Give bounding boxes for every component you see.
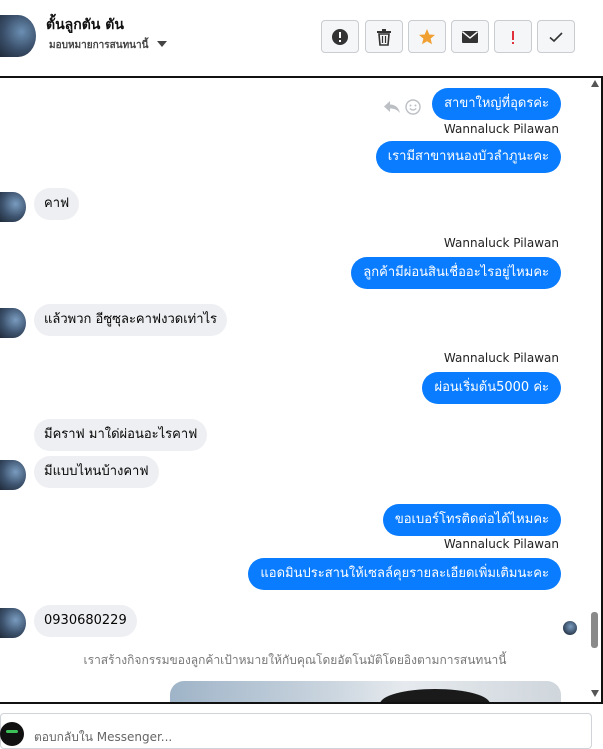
message-bubble-incoming[interactable]: แล้วพวก อีซูซุละคาฟงวดเท่าไร [34, 304, 228, 336]
contact-avatar-small[interactable] [0, 308, 26, 338]
sender-name: Wannaluck Pilawan [443, 122, 559, 136]
trash-icon [377, 28, 391, 46]
scroll-up-arrow-icon[interactable] [591, 80, 599, 87]
attachment-image-shape [380, 689, 490, 702]
sender-name: Wannaluck Pilawan [443, 537, 559, 551]
reply-input[interactable] [34, 729, 534, 745]
sender-name: Wannaluck Pilawan [443, 236, 559, 250]
message-bubble-incoming[interactable]: มีแบบไหนบ้างคาฟ [34, 456, 159, 488]
exclamation-icon [512, 30, 514, 44]
conversation-header: ตั้นลูกตัน ตัน มอบหมายการสนทนานี้ [0, 0, 603, 76]
reply-icon[interactable] [383, 99, 401, 115]
chevron-down-icon[interactable] [157, 41, 167, 47]
message-bubble-incoming[interactable]: 0930680229 [34, 605, 137, 637]
contact-avatar-small[interactable] [0, 192, 26, 222]
follow-up-button[interactable] [494, 20, 532, 53]
delete-button[interactable] [365, 20, 403, 53]
spam-button[interactable] [321, 20, 359, 53]
message-bubble-incoming[interactable]: คาฟ [34, 188, 80, 220]
assign-conversation-label[interactable]: มอบหมายการสนทนานี้ [49, 38, 148, 53]
message-bubble-outgoing[interactable]: ผ่อนเริ่มต้น5000 ค่ะ [422, 372, 561, 404]
automation-notice: เราสร้างกิจกรรมของลูกค้าเป้าหมายให้กับคุ… [83, 653, 507, 667]
done-button[interactable] [537, 20, 575, 53]
star-button[interactable] [408, 20, 446, 53]
scrollbar[interactable] [589, 78, 601, 702]
scroll-down-arrow-icon[interactable] [591, 690, 599, 697]
mark-unread-button[interactable] [451, 20, 489, 53]
message-bubble-incoming[interactable]: มีคราฟ มาใด่ผ่อนอะไรคาฟ [34, 419, 208, 451]
emoji-icon[interactable] [405, 99, 421, 115]
contact-name[interactable]: ตั้นลูกตัน ตัน [46, 14, 124, 36]
checkmark-icon [549, 31, 563, 42]
contact-avatar-small[interactable] [0, 608, 26, 638]
sender-name: Wannaluck Pilawan [443, 351, 559, 365]
message-bubble-outgoing[interactable]: สาขาใหญ่ที่อุดรค่ะ [432, 88, 561, 120]
contact-avatar-small[interactable] [0, 460, 26, 490]
message-bubble-outgoing[interactable]: เรามีสาขาหนองบัวลำภูนะคะ [375, 141, 561, 173]
envelope-icon [462, 30, 478, 43]
contact-avatar[interactable] [0, 15, 36, 57]
message-bubble-outgoing[interactable]: ลูกค้ามีผ่อนสินเชื่ออะไรอยู่ไหมคะ [351, 257, 561, 289]
message-bubble-outgoing[interactable]: ขอเบอร์โทรติดต่อได้ไหมคะ [382, 504, 561, 536]
attachment-card-image[interactable] [170, 681, 561, 702]
seen-indicator-avatar [563, 621, 577, 635]
page-avatar [0, 722, 24, 746]
star-icon [419, 28, 435, 44]
message-bubble-outgoing[interactable]: แอดมินประสานให้เซลล์คุยรายละเอียดเพิ่มเต… [248, 558, 561, 590]
alert-icon [332, 28, 348, 45]
scrollbar-thumb[interactable] [591, 612, 598, 648]
